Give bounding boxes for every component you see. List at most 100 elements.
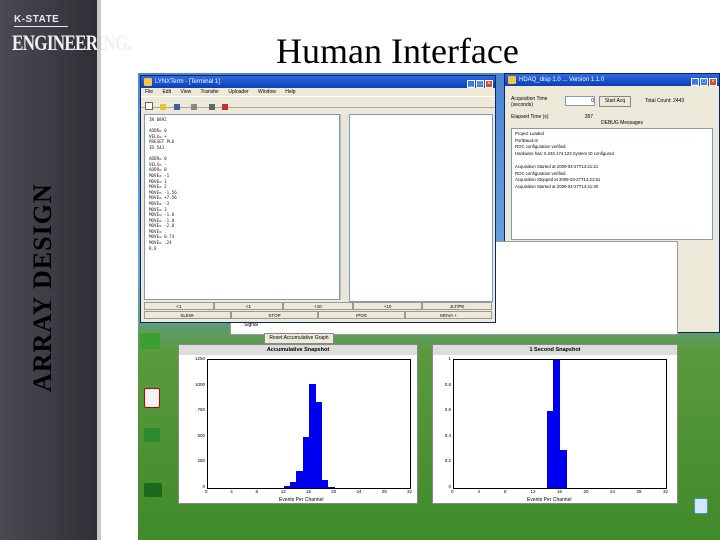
start-acq-button[interactable]: Start Acq xyxy=(599,96,631,107)
menu-help[interactable]: Help xyxy=(285,89,295,95)
new-file-icon[interactable] xyxy=(145,102,153,110)
debug-message-line: ROC configuration verified. xyxy=(515,170,567,176)
jog-left-button[interactable]: <1 xyxy=(144,302,214,310)
x-tick-label: 24 xyxy=(356,489,362,494)
debug-messages-text: Project Loaded PortBaud=5 ROC configuratio… xyxy=(515,131,614,190)
menu-transfer[interactable]: Transfer xyxy=(201,89,219,95)
sidebar-divider xyxy=(97,0,101,540)
logo-rule xyxy=(14,26,68,27)
logo-top-text: K-STATE xyxy=(14,14,60,25)
daq-titlebar[interactable]: HDAQ_disp 1.0 ... Version 1.1.0 _ □ × xyxy=(505,74,719,86)
y-tick-label: 750 xyxy=(197,407,205,413)
y-tick-label: 0 xyxy=(448,484,451,489)
terminal-title: LYNXTerm - [Terminal 1] xyxy=(155,79,220,85)
acq-time-input[interactable]: 0 xyxy=(565,96,595,106)
x-tick-label: 28 xyxy=(381,489,387,494)
minimize-icon[interactable]: _ xyxy=(691,78,699,86)
histogram-bar xyxy=(315,401,322,488)
elapsed-time-value: 287 xyxy=(584,114,593,120)
y-tick-label: 250 xyxy=(197,458,205,464)
ipos-button[interactable]: IPOS xyxy=(318,311,405,319)
x-axis-label: Events Per Channel xyxy=(527,497,572,503)
desktop-icon-doc[interactable] xyxy=(144,388,160,408)
minimize-icon[interactable]: _ xyxy=(467,80,475,88)
histogram-bar xyxy=(327,486,335,488)
maximize-icon[interactable]: □ xyxy=(700,78,708,86)
x-tick-label: 12 xyxy=(530,489,536,494)
y-tick-label: 1250 xyxy=(194,356,205,361)
y-tick-label: 1000 xyxy=(194,381,205,387)
chart-plot-area xyxy=(207,359,411,489)
motion-button-row: SLEW- STOP IPOS MOVA + xyxy=(144,311,492,319)
elapsed-time-label: Elapsed Time (s) xyxy=(511,114,549,120)
x-tick-label: 20 xyxy=(331,489,337,494)
x-tick-label: 32 xyxy=(407,489,413,494)
y-tick-label: 0.6 xyxy=(444,407,451,413)
acq-time-label: Acquisition Time (seconds) xyxy=(511,96,548,108)
x-tick-label: 16 xyxy=(557,489,563,494)
close-icon[interactable]: × xyxy=(709,78,717,86)
save-icon[interactable] xyxy=(173,104,180,110)
jog-plus10b-button[interactable]: +10 xyxy=(352,302,423,310)
disconnect-icon[interactable] xyxy=(222,104,229,110)
x-tick-label: 20 xyxy=(583,489,589,494)
stop-button[interactable]: STOP xyxy=(231,311,318,319)
terminal-output[interactable]: IN 0892 ADDR= 0 VELX= + PRESET PLU ID 543 A… xyxy=(144,114,340,300)
accumulative-chart-panel: Accumulative Snapshot Events Per Channel… xyxy=(178,344,418,504)
chart-plot-area xyxy=(453,359,667,489)
slide-title: Human Interface xyxy=(276,31,519,71)
debug-message-line: ROC configuration verified. xyxy=(515,144,567,150)
jog-button-row: <1 <1 +10 +10 JLT/PE xyxy=(144,302,492,310)
jltpe-button[interactable]: JLT/PE xyxy=(422,302,492,310)
chart-title: 1 Second Snapshot xyxy=(433,345,677,355)
menu-bar: File Edit View Transfer Uploader Window … xyxy=(141,88,495,96)
desktop-screenshot: HDAQ_disp 1.0 ... Version 1.1.0 _ □ × Acqu… xyxy=(138,73,720,540)
terminal-titlebar[interactable]: LYNXTerm - [Terminal 1] _ □ × xyxy=(141,76,495,88)
debug-message-line xyxy=(515,157,614,164)
x-tick-label: 0 xyxy=(205,489,208,494)
menu-window[interactable]: Window xyxy=(258,89,276,95)
mova-button[interactable]: MOVA + xyxy=(405,311,492,319)
logo-main-text: ENGINEERING. xyxy=(12,30,132,55)
jog-left2-button[interactable]: <1 xyxy=(213,302,284,310)
debug-message-line: Hardware has: 5.240.174.123 System ID co… xyxy=(515,150,614,156)
debug-message-line: Project Loaded xyxy=(515,131,544,136)
x-tick-label: 8 xyxy=(504,489,507,494)
maximize-icon[interactable]: □ xyxy=(476,80,484,88)
x-axis-label: Events Per Channel xyxy=(279,497,324,503)
x-tick-label: 24 xyxy=(610,489,616,494)
close-icon[interactable]: × xyxy=(485,80,493,88)
terminal-scrollbar[interactable] xyxy=(340,114,349,300)
menu-file[interactable]: File xyxy=(145,89,153,95)
debug-messages-label: DEBUG Messages xyxy=(601,120,643,126)
side-title: ARRAY DESIGN xyxy=(28,183,57,392)
y-tick-label: 0.8 xyxy=(444,381,451,387)
desktop-icon-green[interactable] xyxy=(140,333,160,349)
x-tick-label: 4 xyxy=(477,489,481,494)
reset-accumulative-button[interactable]: Reset Accumulative Graph xyxy=(264,333,334,344)
x-tick-label: 12 xyxy=(280,489,286,494)
print-icon[interactable] xyxy=(191,104,198,110)
x-tick-label: 4 xyxy=(230,489,233,494)
debug-message-line: Acquisition Started at 2009-03-27T14:21:… xyxy=(515,163,599,169)
toolbar xyxy=(141,96,495,110)
debug-messages-box: Project Loaded PortBaud=5 ROC configuratio… xyxy=(511,128,713,240)
menu-view[interactable]: View xyxy=(180,89,191,95)
x-tick-label: 0 xyxy=(451,489,454,494)
one-second-chart-panel: 1 Second Snapshot Events Per Channel 0 4 8… xyxy=(432,344,678,504)
jog-plus10-button[interactable]: +10 xyxy=(283,302,353,310)
x-tick-label: 8 xyxy=(255,489,259,494)
connect-icon[interactable] xyxy=(208,104,215,110)
recycle-bin-icon[interactable] xyxy=(694,498,708,514)
app-icon xyxy=(508,76,516,84)
desktop-icon-monitor[interactable] xyxy=(144,483,162,497)
debug-message-line: PortBaud=5 xyxy=(515,137,538,143)
open-folder-icon[interactable] xyxy=(160,104,167,110)
desktop-icon-chip[interactable] xyxy=(144,428,160,442)
y-tick-label: 0.2 xyxy=(444,458,451,464)
menu-uploader[interactable]: Uploader xyxy=(228,89,248,95)
slew-button[interactable]: SLEW- xyxy=(144,311,231,319)
menu-edit[interactable]: Edit xyxy=(162,89,171,95)
y-tick-label: 0 xyxy=(202,484,205,489)
y-tick-label: 1 xyxy=(448,356,451,361)
